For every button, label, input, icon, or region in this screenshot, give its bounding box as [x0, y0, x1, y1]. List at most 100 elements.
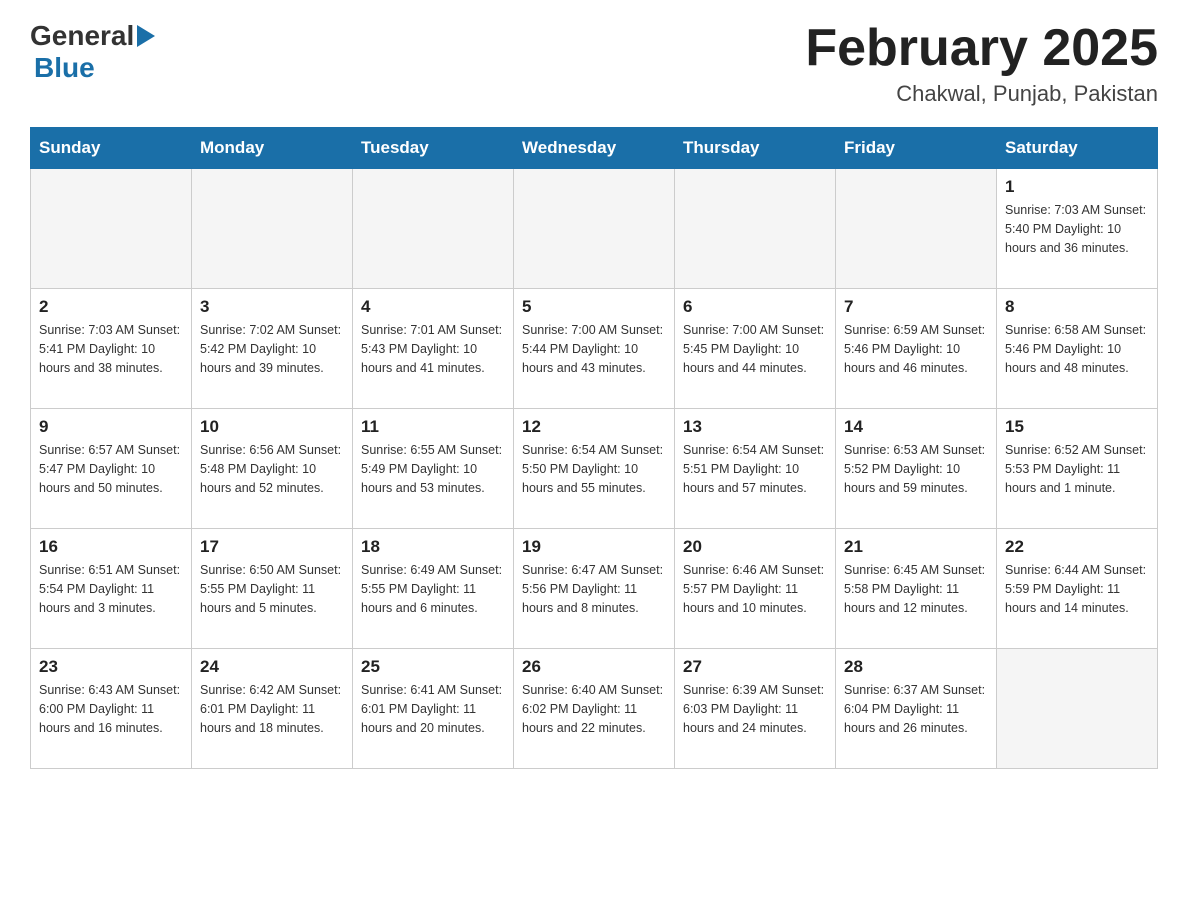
calendar-cell — [192, 169, 353, 289]
calendar-cell: 3 Sunrise: 7:02 AM Sunset: 5:42 PM Daylig… — [192, 289, 353, 409]
day-info: Sunrise: 6:42 AM Sunset: 6:01 PM Dayligh… — [200, 681, 344, 737]
day-number: 27 — [683, 657, 827, 677]
day-number: 18 — [361, 537, 505, 557]
day-info: Sunrise: 6:43 AM Sunset: 6:00 PM Dayligh… — [39, 681, 183, 737]
calendar-cell: 23 Sunrise: 6:43 AM Sunset: 6:00 PM Dayli… — [31, 649, 192, 769]
weekday-header-thursday: Thursday — [675, 128, 836, 169]
day-info: Sunrise: 6:50 AM Sunset: 5:55 PM Dayligh… — [200, 561, 344, 617]
logo-blue-text: Blue — [34, 52, 95, 84]
weekday-header-wednesday: Wednesday — [514, 128, 675, 169]
day-number: 25 — [361, 657, 505, 677]
day-number: 21 — [844, 537, 988, 557]
page-header: General Blue February 2025 Chakwal, Punj… — [30, 20, 1158, 107]
day-info: Sunrise: 6:56 AM Sunset: 5:48 PM Dayligh… — [200, 441, 344, 497]
day-number: 17 — [200, 537, 344, 557]
weekday-header-tuesday: Tuesday — [353, 128, 514, 169]
calendar-table: SundayMondayTuesdayWednesdayThursdayFrid… — [30, 127, 1158, 769]
day-number: 22 — [1005, 537, 1149, 557]
day-info: Sunrise: 7:03 AM Sunset: 5:41 PM Dayligh… — [39, 321, 183, 377]
calendar-cell — [514, 169, 675, 289]
day-number: 10 — [200, 417, 344, 437]
week-row-2: 2Sunrise: 7:03 AM Sunset: 5:41 PM Daylig… — [31, 289, 1158, 409]
day-number: 7 — [844, 297, 988, 317]
calendar-cell: 1Sunrise: 7:03 AM Sunset: 5:40 PM Daylig… — [997, 169, 1158, 289]
calendar-cell: 14Sunrise: 6:53 AM Sunset: 5:52 PM Dayli… — [836, 409, 997, 529]
day-info: Sunrise: 6:52 AM Sunset: 5:53 PM Dayligh… — [1005, 441, 1149, 497]
day-info: Sunrise: 7:03 AM Sunset: 5:40 PM Dayligh… — [1005, 201, 1149, 257]
calendar-cell: 18 Sunrise: 6:49 AM Sunset: 5:55 PM Dayli… — [353, 529, 514, 649]
day-info: Sunrise: 6:47 AM Sunset: 5:56 PM Dayligh… — [522, 561, 666, 617]
calendar-cell: 5 Sunrise: 7:00 AM Sunset: 5:44 PM Daylig… — [514, 289, 675, 409]
day-number: 11 — [361, 417, 505, 437]
calendar-subtitle: Chakwal, Punjab, Pakistan — [805, 81, 1158, 107]
weekday-header-sunday: Sunday — [31, 128, 192, 169]
day-number: 6 — [683, 297, 827, 317]
day-info: Sunrise: 7:02 AM Sunset: 5:42 PM Dayligh… — [200, 321, 344, 377]
calendar-cell: 8 Sunrise: 6:58 AM Sunset: 5:46 PM Daylig… — [997, 289, 1158, 409]
calendar-cell: 21 Sunrise: 6:45 AM Sunset: 5:58 PM Dayli… — [836, 529, 997, 649]
day-number: 3 — [200, 297, 344, 317]
day-number: 19 — [522, 537, 666, 557]
week-row-3: 9 Sunrise: 6:57 AM Sunset: 5:47 PM Daylig… — [31, 409, 1158, 529]
day-info: Sunrise: 6:40 AM Sunset: 6:02 PM Dayligh… — [522, 681, 666, 737]
day-number: 9 — [39, 417, 183, 437]
day-info: Sunrise: 6:39 AM Sunset: 6:03 PM Dayligh… — [683, 681, 827, 737]
day-info: Sunrise: 7:00 AM Sunset: 5:44 PM Dayligh… — [522, 321, 666, 377]
logo-arrow-icon — [137, 25, 155, 47]
day-number: 28 — [844, 657, 988, 677]
calendar-cell: 11 Sunrise: 6:55 AM Sunset: 5:49 PM Dayli… — [353, 409, 514, 529]
day-info: Sunrise: 6:59 AM Sunset: 5:46 PM Dayligh… — [844, 321, 988, 377]
weekday-header-row: SundayMondayTuesdayWednesdayThursdayFrid… — [31, 128, 1158, 169]
calendar-cell: 26 Sunrise: 6:40 AM Sunset: 6:02 PM Dayli… — [514, 649, 675, 769]
calendar-cell: 24 Sunrise: 6:42 AM Sunset: 6:01 PM Dayli… — [192, 649, 353, 769]
calendar-cell: 4Sunrise: 7:01 AM Sunset: 5:43 PM Daylig… — [353, 289, 514, 409]
day-number: 24 — [200, 657, 344, 677]
day-info: Sunrise: 6:44 AM Sunset: 5:59 PM Dayligh… — [1005, 561, 1149, 617]
week-row-4: 16 Sunrise: 6:51 AM Sunset: 5:54 PM Dayli… — [31, 529, 1158, 649]
day-info: Sunrise: 6:49 AM Sunset: 5:55 PM Dayligh… — [361, 561, 505, 617]
calendar-cell: 15 Sunrise: 6:52 AM Sunset: 5:53 PM Dayli… — [997, 409, 1158, 529]
weekday-header-monday: Monday — [192, 128, 353, 169]
day-info: Sunrise: 6:37 AM Sunset: 6:04 PM Dayligh… — [844, 681, 988, 737]
calendar-cell — [353, 169, 514, 289]
week-row-5: 23 Sunrise: 6:43 AM Sunset: 6:00 PM Dayli… — [31, 649, 1158, 769]
day-info: Sunrise: 6:57 AM Sunset: 5:47 PM Dayligh… — [39, 441, 183, 497]
calendar-cell: 25 Sunrise: 6:41 AM Sunset: 6:01 PM Dayli… — [353, 649, 514, 769]
day-number: 13 — [683, 417, 827, 437]
day-number: 12 — [522, 417, 666, 437]
day-info: Sunrise: 6:54 AM Sunset: 5:50 PM Dayligh… — [522, 441, 666, 497]
calendar-cell: 27 Sunrise: 6:39 AM Sunset: 6:03 PM Dayli… — [675, 649, 836, 769]
day-info: Sunrise: 6:58 AM Sunset: 5:46 PM Dayligh… — [1005, 321, 1149, 377]
calendar-cell — [31, 169, 192, 289]
day-info: Sunrise: 7:00 AM Sunset: 5:45 PM Dayligh… — [683, 321, 827, 377]
calendar-cell: 2Sunrise: 7:03 AM Sunset: 5:41 PM Daylig… — [31, 289, 192, 409]
day-info: Sunrise: 6:53 AM Sunset: 5:52 PM Dayligh… — [844, 441, 988, 497]
calendar-cell — [997, 649, 1158, 769]
calendar-cell: 19 Sunrise: 6:47 AM Sunset: 5:56 PM Dayli… — [514, 529, 675, 649]
day-number: 23 — [39, 657, 183, 677]
week-row-1: 1Sunrise: 7:03 AM Sunset: 5:40 PM Daylig… — [31, 169, 1158, 289]
day-number: 26 — [522, 657, 666, 677]
day-info: Sunrise: 6:46 AM Sunset: 5:57 PM Dayligh… — [683, 561, 827, 617]
day-number: 20 — [683, 537, 827, 557]
calendar-cell: 17 Sunrise: 6:50 AM Sunset: 5:55 PM Dayli… — [192, 529, 353, 649]
day-number: 15 — [1005, 417, 1149, 437]
calendar-cell: 22 Sunrise: 6:44 AM Sunset: 5:59 PM Dayli… — [997, 529, 1158, 649]
weekday-header-friday: Friday — [836, 128, 997, 169]
day-info: Sunrise: 6:45 AM Sunset: 5:58 PM Dayligh… — [844, 561, 988, 617]
day-info: Sunrise: 6:41 AM Sunset: 6:01 PM Dayligh… — [361, 681, 505, 737]
weekday-header-saturday: Saturday — [997, 128, 1158, 169]
calendar-cell — [675, 169, 836, 289]
day-number: 8 — [1005, 297, 1149, 317]
day-number: 16 — [39, 537, 183, 557]
logo: General Blue — [30, 20, 155, 84]
calendar-cell: 9 Sunrise: 6:57 AM Sunset: 5:47 PM Daylig… — [31, 409, 192, 529]
calendar-cell: 6 Sunrise: 7:00 AM Sunset: 5:45 PM Daylig… — [675, 289, 836, 409]
day-number: 5 — [522, 297, 666, 317]
day-info: Sunrise: 6:51 AM Sunset: 5:54 PM Dayligh… — [39, 561, 183, 617]
calendar-cell: 7 Sunrise: 6:59 AM Sunset: 5:46 PM Daylig… — [836, 289, 997, 409]
day-info: Sunrise: 6:54 AM Sunset: 5:51 PM Dayligh… — [683, 441, 827, 497]
day-info: Sunrise: 6:55 AM Sunset: 5:49 PM Dayligh… — [361, 441, 505, 497]
calendar-cell: 10 Sunrise: 6:56 AM Sunset: 5:48 PM Dayli… — [192, 409, 353, 529]
calendar-title: February 2025 — [805, 20, 1158, 77]
